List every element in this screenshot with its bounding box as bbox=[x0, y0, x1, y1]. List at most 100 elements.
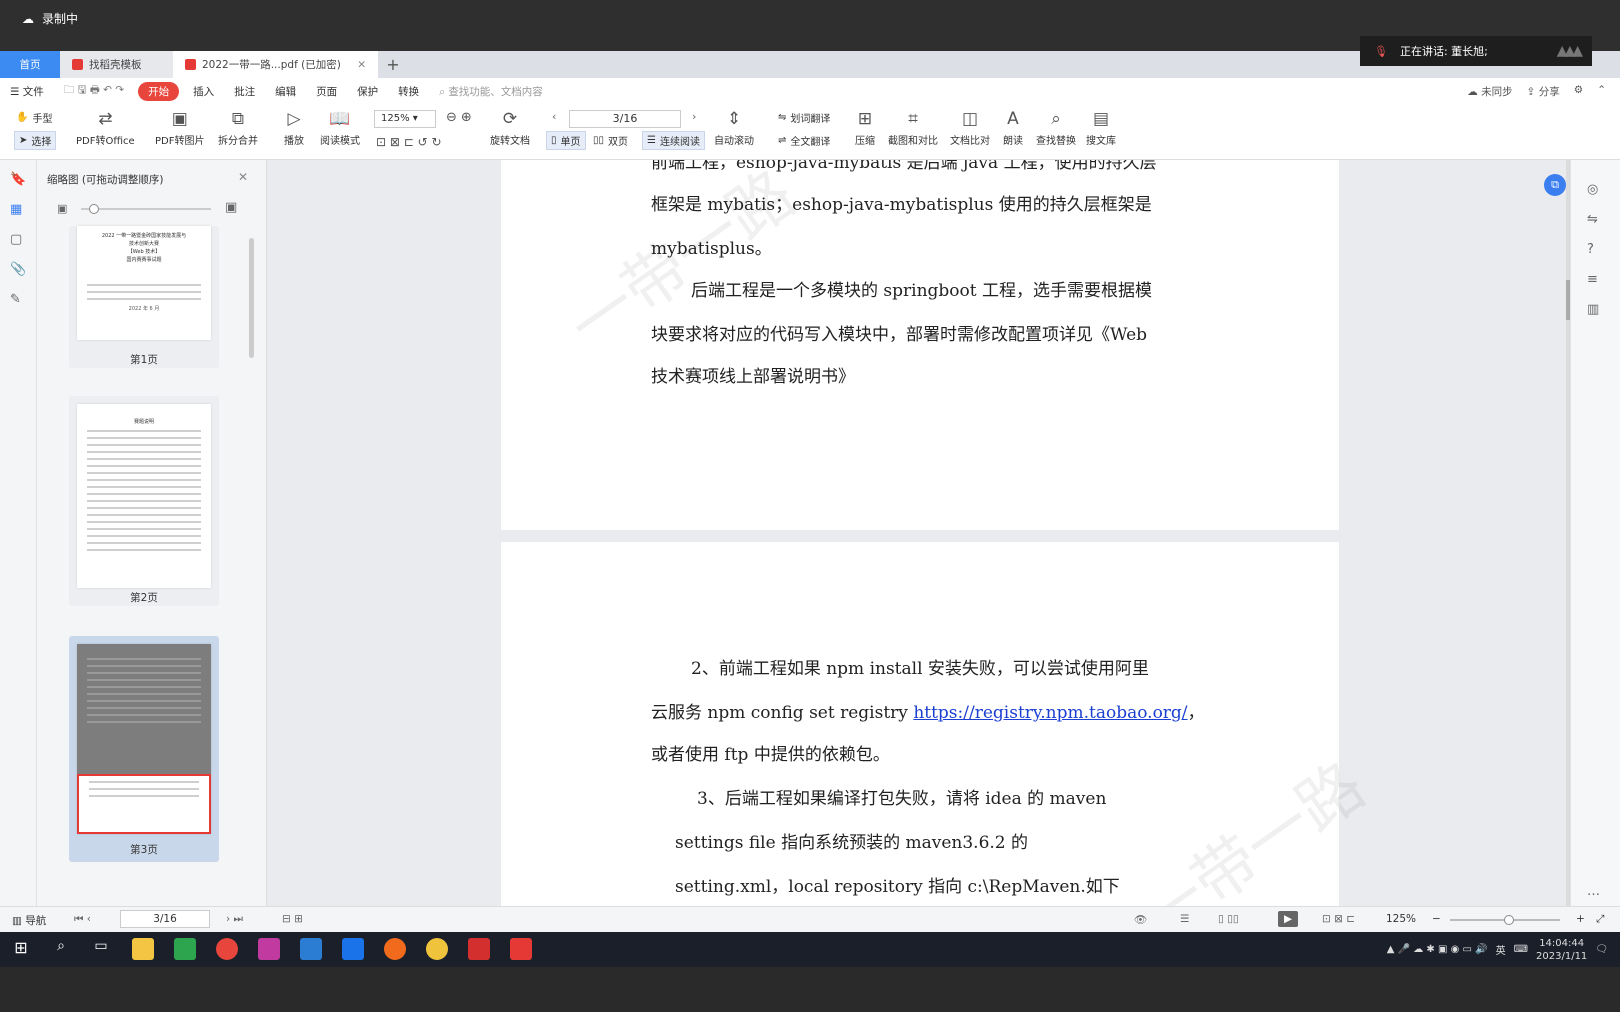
menu-annotate[interactable]: 批注 bbox=[224, 84, 265, 99]
panel-icon[interactable]: ▥ bbox=[1587, 302, 1599, 317]
thumb-size-slider[interactable] bbox=[81, 204, 211, 214]
zoom-fit-icons[interactable]: ⊡ ⊠ ⊏ bbox=[1322, 913, 1355, 925]
zoom-icons[interactable]: ⊖ ⊕ bbox=[446, 110, 472, 125]
zoom-slider[interactable] bbox=[1450, 915, 1560, 925]
windows-start-icon[interactable]: ⊞ bbox=[10, 938, 32, 960]
wps-icon[interactable] bbox=[510, 938, 532, 960]
help-icon[interactable]: ? bbox=[1587, 242, 1594, 257]
select-tool[interactable]: ➤ 选择 bbox=[14, 131, 57, 150]
find-replace-button[interactable]: ⌕ 查找替换 bbox=[1036, 108, 1076, 147]
full-translate-button[interactable]: ⇌ 全文翻译 bbox=[778, 133, 830, 148]
menu-start[interactable]: 开始 bbox=[138, 81, 180, 101]
thumbnail-page-1[interactable]: 2022 一带一路暨金砖国家技能发展与 技术创新大赛 【Web 技术】 国内赛赛… bbox=[69, 226, 219, 368]
quick-access-icons[interactable]: 🗀 🖫 🖶 ↶ ↷ bbox=[54, 82, 134, 100]
menu-convert[interactable]: 转换 bbox=[388, 84, 429, 99]
redis-icon[interactable] bbox=[468, 938, 490, 960]
thumbnail-page-3[interactable]: 第3页 bbox=[69, 636, 219, 862]
file-menu[interactable]: ☰ 文件 bbox=[0, 84, 54, 99]
pdf-to-image-button[interactable]: ▣ PDF转图片 bbox=[155, 108, 204, 147]
meeting-app-icon[interactable] bbox=[342, 938, 364, 960]
status-page-input[interactable]: 3/16 bbox=[120, 910, 210, 928]
system-clock[interactable]: 14:04:44 2023/1/11 bbox=[1536, 937, 1587, 963]
library-button[interactable]: ▤ 搜文库 bbox=[1086, 108, 1116, 147]
menu-protect[interactable]: 保护 bbox=[347, 84, 388, 99]
compress-button[interactable]: ⊞ 压缩 bbox=[855, 108, 875, 147]
fit-icons[interactable]: ⊟ ⊞ bbox=[282, 913, 303, 925]
comment-icon[interactable]: ▢ bbox=[10, 232, 22, 247]
new-tab-button[interactable]: + bbox=[378, 51, 408, 78]
continuous-read-button[interactable]: ☰ 连续阅读 bbox=[642, 131, 705, 150]
tab-document[interactable]: 2022一带一路...pdf (已加密) ✕ bbox=[173, 51, 378, 78]
zoom-out-icon[interactable]: − bbox=[1432, 913, 1441, 925]
more-icon[interactable]: … bbox=[1587, 884, 1600, 899]
keyboard-icon[interactable]: ⌨ bbox=[1514, 944, 1528, 955]
tab-templates[interactable]: 找稻壳模板 bbox=[60, 51, 173, 78]
page-view-icons[interactable]: ▯ ▯▯ bbox=[1218, 913, 1239, 925]
nav-button[interactable]: ▥ 导航 bbox=[12, 913, 46, 928]
menu-page[interactable]: 页面 bbox=[306, 84, 347, 99]
search-icon[interactable]: ⌕ bbox=[50, 938, 72, 960]
page-input[interactable]: 3/16 bbox=[569, 110, 681, 128]
signature-icon[interactable]: ✎ bbox=[10, 292, 21, 307]
screenshot-compare-button[interactable]: ⌗ 截图和对比 bbox=[888, 108, 938, 147]
play-button[interactable]: ▷ 播放 bbox=[284, 108, 304, 147]
notification-icon[interactable]: 🗨 bbox=[1595, 944, 1608, 955]
next-last-page-icons[interactable]: › ⏭ bbox=[226, 913, 243, 926]
search-icon: ⌕ bbox=[439, 85, 445, 98]
thumbnail-icon[interactable]: ▦ bbox=[10, 202, 22, 217]
double-page-button[interactable]: ▯▯ 双页 bbox=[593, 133, 628, 148]
postman-icon[interactable] bbox=[384, 938, 406, 960]
ai-icon[interactable]: ◎ bbox=[1587, 182, 1598, 197]
hbuilder-icon[interactable] bbox=[174, 938, 196, 960]
fullscreen-icon[interactable]: ⤢ bbox=[1596, 913, 1604, 926]
floating-assistant-button[interactable]: ⧉ bbox=[1544, 174, 1566, 196]
view-icons[interactable]: ⊡ ⊠ ⊏ ↺ ↻ bbox=[376, 135, 442, 149]
pdf-to-office-button[interactable]: ⇄ PDF转Office bbox=[76, 108, 135, 147]
close-panel-icon[interactable]: ✕ bbox=[238, 170, 248, 184]
doc-compare-button[interactable]: ◫ 文档比对 bbox=[950, 108, 990, 147]
translate-side-icon[interactable]: ⇋ bbox=[1587, 212, 1598, 227]
next-page-icon[interactable]: › bbox=[692, 110, 696, 123]
registry-link[interactable]: https://registry.npm.taobao.org/ bbox=[913, 703, 1187, 723]
vscode-icon[interactable] bbox=[300, 938, 322, 960]
menu-insert[interactable]: 插入 bbox=[183, 84, 224, 99]
auto-scroll-button[interactable]: ⇕ 自动滚动 bbox=[714, 108, 754, 147]
menu-edit[interactable]: 编辑 bbox=[265, 84, 306, 99]
rotate-doc-button[interactable]: ⟳ 旋转文档 bbox=[490, 108, 530, 147]
bookmark-icon[interactable]: 🔖 bbox=[10, 172, 26, 187]
share-button[interactable]: ⇪ 分享 bbox=[1527, 84, 1560, 99]
read-aloud-button[interactable]: A 朗读 bbox=[1003, 108, 1023, 147]
read-mode-button[interactable]: 📖 阅读模式 bbox=[320, 108, 360, 147]
thumbnail-scrollbar[interactable] bbox=[249, 238, 254, 358]
word-translate-button[interactable]: ⇋ 划词翻译 bbox=[778, 110, 830, 125]
hand-tool[interactable]: ✋ 手型 bbox=[16, 110, 52, 125]
single-page-button[interactable]: ▯ 单页 bbox=[546, 131, 586, 150]
status-zoom[interactable]: 125% bbox=[1386, 913, 1416, 925]
split-merge-button[interactable]: ⧉ 拆分合并 bbox=[218, 108, 258, 147]
tab-home[interactable]: 首页 bbox=[0, 51, 60, 78]
task-view-icon[interactable]: ▭ bbox=[90, 938, 112, 960]
first-prev-page-icons[interactable]: ⏮ ‹ bbox=[74, 913, 91, 926]
prev-page-icon[interactable]: ‹ bbox=[552, 110, 556, 123]
settings-icon[interactable]: ⚙ bbox=[1574, 84, 1583, 99]
adjust-icon[interactable]: ≡ bbox=[1587, 272, 1598, 287]
attachment-icon[interactable]: 📎 bbox=[10, 262, 26, 277]
chrome-icon[interactable] bbox=[216, 938, 238, 960]
zoom-in-icon[interactable]: + bbox=[1576, 913, 1585, 925]
navicat-icon[interactable] bbox=[426, 938, 448, 960]
eye-icon[interactable]: 👁 bbox=[1134, 913, 1147, 926]
zoom-select[interactable]: 125% ▾ bbox=[374, 110, 436, 128]
close-tab-icon[interactable]: ✕ bbox=[357, 59, 366, 71]
tray-icons[interactable]: ▲ 🎤 ☁ ✱ ▣ ◉ ▭ 🔊 bbox=[1387, 944, 1488, 955]
slider-handle[interactable] bbox=[89, 204, 99, 214]
chevron-up-icon[interactable]: ⌃ bbox=[1597, 84, 1606, 99]
zoom-slider-handle[interactable] bbox=[1504, 915, 1514, 925]
file-explorer-icon[interactable] bbox=[132, 938, 154, 960]
continuous-view-icon[interactable]: ☰ bbox=[1180, 913, 1189, 925]
thumbnail-page-2[interactable]: 赛题说明 第2页 bbox=[69, 396, 219, 606]
intellij-icon[interactable] bbox=[258, 938, 280, 960]
play-icon[interactable]: ▶ bbox=[1278, 911, 1298, 927]
feature-search[interactable]: ⌕ 查找功能、文档内容 bbox=[439, 84, 543, 99]
sync-button[interactable]: ☁ 未同步 bbox=[1467, 84, 1512, 99]
input-language[interactable]: 英 bbox=[1496, 942, 1506, 957]
